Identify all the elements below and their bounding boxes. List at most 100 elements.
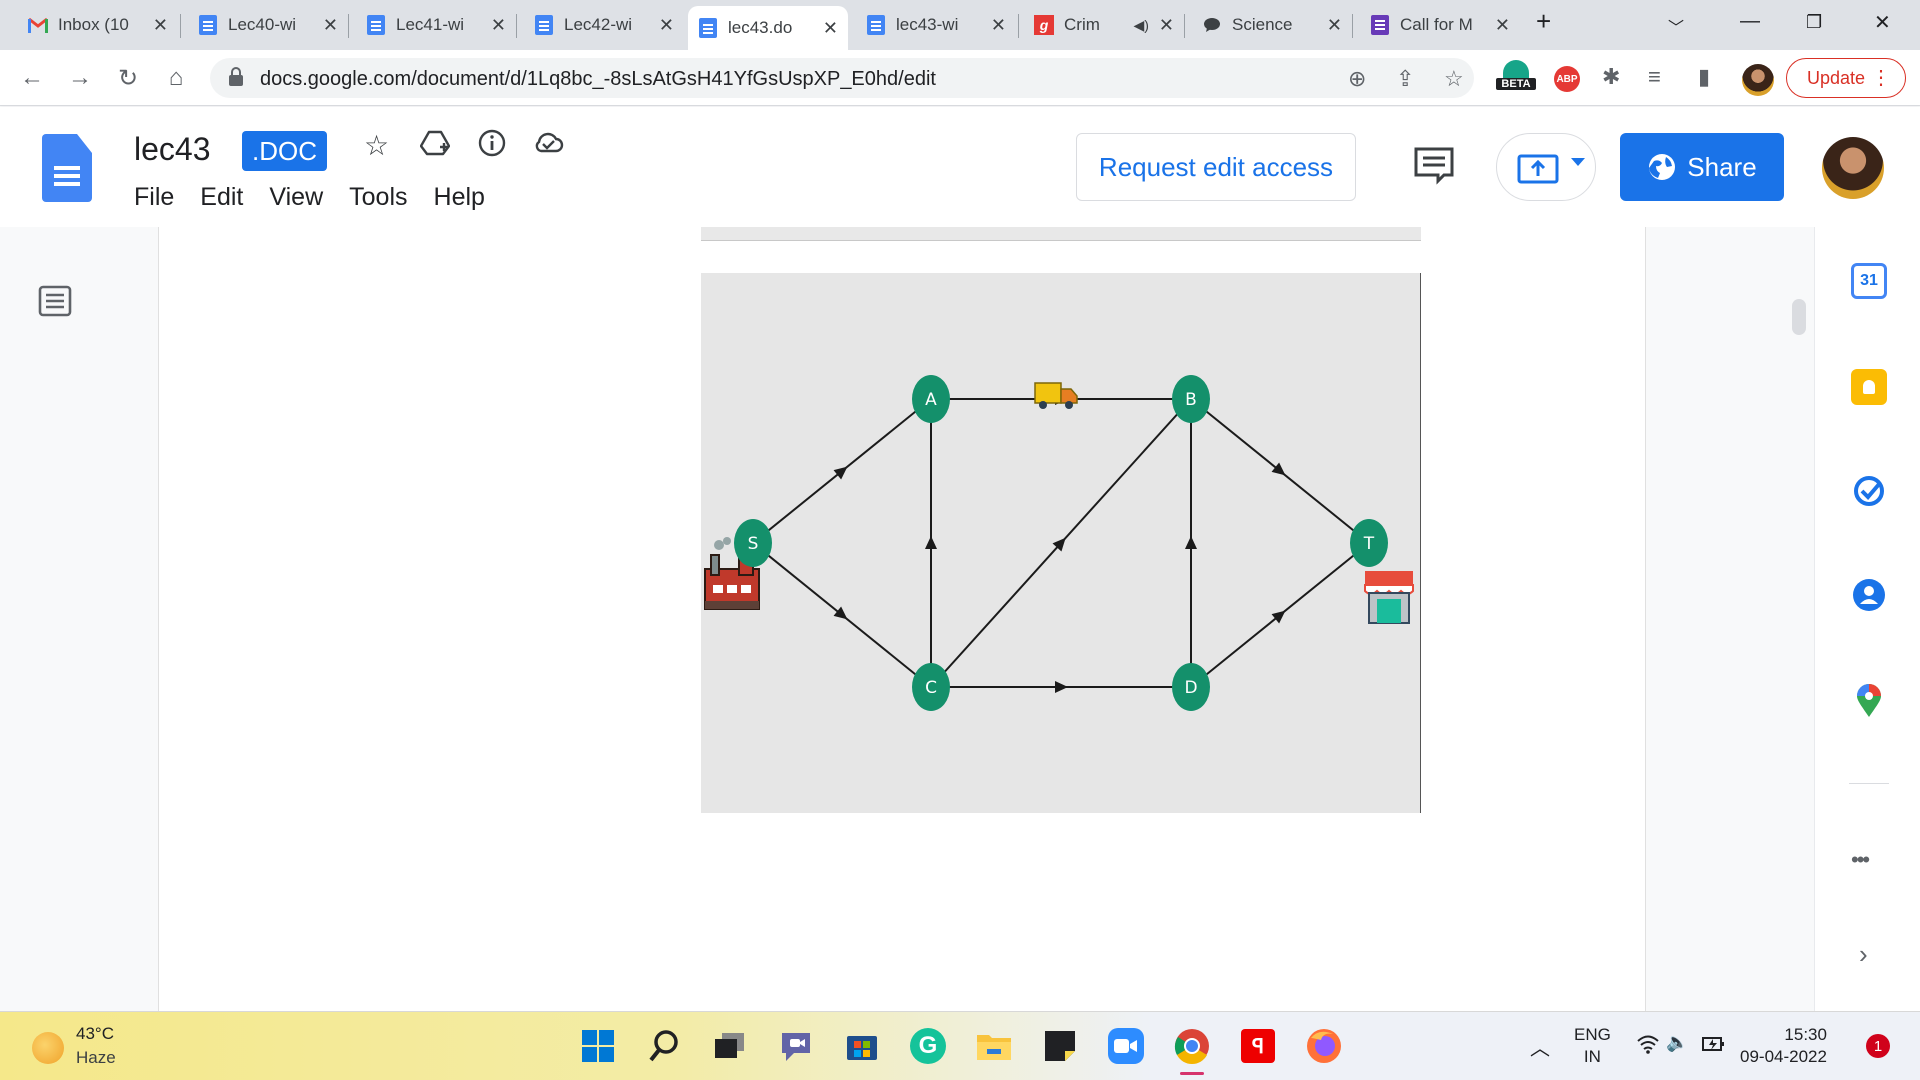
tab-title: Lec41-wi bbox=[396, 15, 465, 34]
system-clock[interactable]: 15:30 09-04-2022 bbox=[1740, 1024, 1827, 1068]
close-tab-icon[interactable]: ✕ bbox=[323, 15, 338, 36]
grammarly-icon[interactable]: G bbox=[908, 1026, 948, 1066]
close-tab-icon[interactable]: ✕ bbox=[491, 15, 506, 36]
google-maps-icon[interactable] bbox=[1851, 683, 1887, 719]
search-icon[interactable] bbox=[644, 1026, 684, 1066]
tab-search-chevron-icon[interactable]: ﹀ bbox=[1668, 14, 1684, 38]
doc-format-badge: .DOC bbox=[242, 131, 327, 171]
chat-bubble-icon bbox=[1202, 15, 1222, 35]
url-text[interactable]: docs.google.com/document/d/1Lq8bc_-8sLsA… bbox=[260, 68, 936, 91]
menu-edit[interactable]: Edit bbox=[200, 183, 243, 212]
menu-bar: File Edit View Tools Help bbox=[134, 183, 485, 212]
sticky-notes-icon[interactable] bbox=[1040, 1026, 1080, 1066]
tab-title: Science bbox=[1232, 15, 1293, 34]
request-edit-access-button[interactable]: Request edit access bbox=[1076, 133, 1356, 201]
menu-view[interactable]: View bbox=[269, 183, 323, 212]
bookmark-star-icon[interactable]: ☆ bbox=[1444, 66, 1464, 92]
share-page-icon[interactable]: ⇪ bbox=[1396, 66, 1414, 92]
file-explorer-icon[interactable] bbox=[974, 1026, 1014, 1066]
microsoft-store-icon[interactable] bbox=[842, 1026, 882, 1066]
expand-panel-chevron-icon[interactable]: › bbox=[1859, 939, 1868, 970]
close-tab-icon[interactable]: ✕ bbox=[1159, 15, 1174, 36]
document-title[interactable]: lec43 bbox=[134, 131, 211, 168]
comment-history-icon[interactable] bbox=[1412, 145, 1456, 190]
minimize-window-button[interactable]: — bbox=[1740, 10, 1760, 33]
google-keep-icon[interactable] bbox=[1851, 369, 1887, 405]
document-workspace: A B S T C D bbox=[0, 227, 1920, 1011]
lock-icon[interactable] bbox=[228, 67, 244, 92]
menu-tools[interactable]: Tools bbox=[349, 183, 407, 212]
more-apps-button[interactable]: ••• bbox=[1851, 847, 1870, 873]
tab-call-for[interactable]: Call for M ✕ bbox=[1360, 8, 1520, 42]
windows-start-icon[interactable] bbox=[578, 1026, 618, 1066]
menu-help[interactable]: Help bbox=[434, 183, 485, 212]
node-S: S bbox=[734, 519, 772, 567]
forward-arrow-icon[interactable]: → bbox=[66, 64, 94, 92]
previous-image-bottom-edge bbox=[701, 227, 1421, 241]
document-outline-icon[interactable] bbox=[38, 285, 72, 322]
close-tab-icon[interactable]: ✕ bbox=[1495, 15, 1510, 36]
star-icon[interactable]: ☆ bbox=[364, 129, 389, 162]
google-docs-logo-icon[interactable] bbox=[42, 134, 92, 202]
tab-separator bbox=[1184, 14, 1185, 38]
close-tab-icon[interactable]: ✕ bbox=[823, 18, 838, 39]
extensions-puzzle-icon[interactable]: ✱ bbox=[1602, 64, 1620, 90]
close-tab-icon[interactable]: ✕ bbox=[991, 15, 1006, 36]
weather-haze-icon[interactable] bbox=[32, 1032, 64, 1064]
google-contacts-icon[interactable] bbox=[1851, 577, 1887, 613]
cloud-saved-icon[interactable] bbox=[532, 129, 564, 161]
speaker-icon[interactable]: ◀) bbox=[1133, 17, 1148, 34]
zoom-app-icon[interactable] bbox=[1106, 1026, 1146, 1066]
weather-description[interactable]: Haze bbox=[76, 1048, 116, 1068]
present-button[interactable] bbox=[1496, 133, 1596, 201]
profile-avatar[interactable] bbox=[1742, 64, 1774, 96]
wifi-icon[interactable] bbox=[1636, 1034, 1660, 1059]
tab-crim[interactable]: g Crim ◀) ✕ bbox=[1024, 8, 1184, 42]
media-queue-icon[interactable]: ≡ bbox=[1648, 64, 1661, 90]
beta-extension-icon[interactable]: BETA bbox=[1496, 60, 1536, 96]
tab-gmail[interactable]: Inbox (10 ✕ bbox=[18, 8, 178, 42]
address-bar[interactable]: docs.google.com/document/d/1Lq8bc_-8sLsA… bbox=[210, 58, 1474, 98]
chrome-icon[interactable] bbox=[1172, 1026, 1212, 1066]
tab-lec43-wi[interactable]: lec43-wi ✕ bbox=[856, 8, 1016, 42]
new-tab-button[interactable]: + bbox=[1536, 6, 1551, 37]
volume-icon[interactable]: 🔈 bbox=[1666, 1032, 1688, 1053]
zoom-icon[interactable]: ⊕ bbox=[1348, 66, 1366, 92]
acrobat-reader-icon[interactable]: ꟼ bbox=[1238, 1026, 1278, 1066]
tab-science[interactable]: Science ✕ bbox=[1192, 8, 1352, 42]
network-flow-diagram[interactable]: A B S T C D bbox=[701, 273, 1421, 813]
tab-lec41[interactable]: Lec41-wi ✕ bbox=[356, 8, 516, 42]
menu-file[interactable]: File bbox=[134, 183, 174, 212]
home-icon[interactable]: ⌂ bbox=[162, 64, 190, 92]
document-page[interactable]: A B S T C D bbox=[158, 227, 1646, 1011]
account-avatar[interactable] bbox=[1822, 137, 1884, 199]
google-calendar-icon[interactable]: 31 bbox=[1851, 263, 1887, 299]
tab-lec42[interactable]: Lec42-wi ✕ bbox=[524, 8, 684, 42]
info-icon[interactable] bbox=[478, 129, 506, 164]
tab-lec40[interactable]: Lec40-wi ✕ bbox=[188, 8, 348, 42]
close-tab-icon[interactable]: ✕ bbox=[153, 15, 168, 36]
task-view-icon[interactable] bbox=[710, 1026, 750, 1066]
back-arrow-icon[interactable]: ← bbox=[18, 64, 46, 92]
move-to-drive-icon[interactable] bbox=[419, 129, 451, 164]
reload-icon[interactable]: ↻ bbox=[114, 64, 142, 93]
close-tab-icon[interactable]: ✕ bbox=[659, 15, 674, 36]
tab-lec43-active[interactable]: lec43.do ✕ bbox=[688, 6, 848, 50]
google-tasks-icon[interactable] bbox=[1851, 473, 1887, 509]
side-panel-icon[interactable]: ▮ bbox=[1698, 64, 1710, 90]
update-button[interactable]: Update ⋮ bbox=[1786, 58, 1906, 98]
share-button[interactable]: Share bbox=[1620, 133, 1784, 201]
show-hidden-icons-chevron[interactable]: ︿ bbox=[1530, 1032, 1550, 1061]
close-window-button[interactable]: ✕ bbox=[1874, 10, 1891, 35]
language-indicator[interactable]: ENG IN bbox=[1574, 1024, 1611, 1068]
battery-charging-icon[interactable] bbox=[1700, 1034, 1726, 1059]
firefox-icon[interactable] bbox=[1304, 1026, 1344, 1066]
adblock-icon[interactable]: ABP bbox=[1554, 66, 1580, 92]
notification-badge[interactable]: 1 bbox=[1866, 1034, 1890, 1058]
teams-chat-icon[interactable] bbox=[776, 1026, 816, 1066]
close-tab-icon[interactable]: ✕ bbox=[1327, 15, 1342, 36]
tab-separator bbox=[180, 14, 181, 38]
scrollbar-thumb[interactable] bbox=[1792, 299, 1806, 335]
restore-window-button[interactable]: ❐ bbox=[1806, 12, 1822, 33]
weather-temperature[interactable]: 43°C bbox=[76, 1024, 114, 1044]
